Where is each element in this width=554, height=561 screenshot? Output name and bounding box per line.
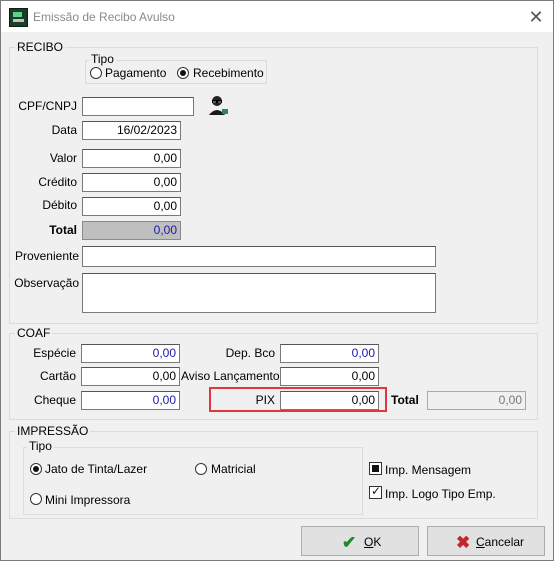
checkbox-imp-mensagem-label: Imp. Mensagem: [385, 463, 472, 477]
close-icon[interactable]: ✕: [521, 4, 551, 30]
cpf-label: CPF/CNPJ: [18, 99, 77, 113]
valor-input[interactable]: 0,00: [82, 149, 181, 168]
valor-label: Valor: [49, 151, 77, 165]
radio-matricial-label: Matricial: [211, 462, 256, 476]
data-label: Data: [51, 123, 77, 137]
data-input[interactable]: 16/02/2023: [82, 121, 181, 140]
proveniente-label: Proveniente: [14, 249, 79, 263]
radio-jato-tinta[interactable]: [30, 463, 42, 475]
check-icon: ✔: [342, 533, 357, 552]
impressao-legend: IMPRESSÃO: [15, 424, 91, 438]
ok-button[interactable]: ✔ OK: [301, 526, 419, 556]
debito-label: Débito: [42, 198, 77, 212]
observacao-label: Observação: [14, 276, 79, 290]
especie-label: Espécie: [33, 346, 76, 360]
radio-jato-tinta-label: Jato de Tinta/Lazer: [45, 462, 148, 476]
debito-input[interactable]: 0,00: [82, 197, 181, 216]
radio-recebimento[interactable]: [177, 67, 189, 79]
x-icon: ✖: [456, 533, 471, 552]
credito-label: Crédito: [38, 175, 77, 189]
ok-button-label: OK: [364, 535, 382, 549]
checkbox-imp-mensagem[interactable]: [369, 462, 382, 475]
app-icon: [9, 8, 28, 27]
cpf-input[interactable]: [82, 97, 194, 116]
coaf-legend: COAF: [15, 326, 53, 340]
window-title: Emissão de Recibo Avulso: [33, 10, 175, 24]
radio-pagamento-label: Pagamento: [105, 66, 167, 80]
credito-input[interactable]: 0,00: [82, 173, 181, 192]
coaf-total-value: 0,00: [427, 391, 526, 410]
radio-matricial[interactable]: [195, 463, 207, 475]
radio-recebimento-label: Recebimento: [193, 66, 264, 80]
radio-pagamento[interactable]: [90, 67, 102, 79]
observacao-textarea[interactable]: [82, 273, 436, 313]
cancel-button[interactable]: ✖ Cancelar: [427, 526, 545, 556]
radio-mini-impressora-label: Mini Impressora: [45, 493, 131, 507]
title-bar: Emissão de Recibo Avulso ✕: [1, 1, 553, 32]
person-search-icon[interactable]: [206, 93, 230, 117]
cartao-input[interactable]: 0,00: [81, 367, 180, 386]
cancel-button-label: Cancelar: [476, 535, 525, 549]
coaf-total-label: Total: [391, 393, 419, 407]
dialog-window: Emissão de Recibo Avulso ✕ RECIBO Tipo P…: [0, 0, 554, 561]
radio-mini-impressora[interactable]: [30, 493, 42, 505]
total-value: 0,00: [82, 221, 181, 240]
especie-input[interactable]: 0,00: [81, 344, 180, 363]
checkbox-imp-logo[interactable]: [369, 484, 382, 499]
aviso-lancamento-input[interactable]: 0,00: [280, 367, 379, 386]
dep-bco-input[interactable]: 0,00: [280, 344, 379, 363]
checkbox-imp-logo-label: Imp. Logo Tipo Emp.: [385, 487, 496, 501]
tipo-legend: Tipo: [89, 52, 116, 66]
cartao-label: Cartão: [39, 369, 76, 383]
total-label: Total: [49, 223, 77, 237]
aviso-lancamento-label: Aviso Lançamento: [181, 369, 280, 383]
cheque-label: Cheque: [33, 393, 76, 407]
cheque-input[interactable]: 0,00: [81, 391, 180, 410]
proveniente-input[interactable]: [82, 246, 436, 267]
recibo-legend: RECIBO: [15, 40, 66, 54]
impressao-tipo-legend: Tipo: [27, 439, 54, 453]
pix-highlight-box: [209, 387, 387, 412]
dep-bco-label: Dep. Bco: [225, 346, 275, 360]
